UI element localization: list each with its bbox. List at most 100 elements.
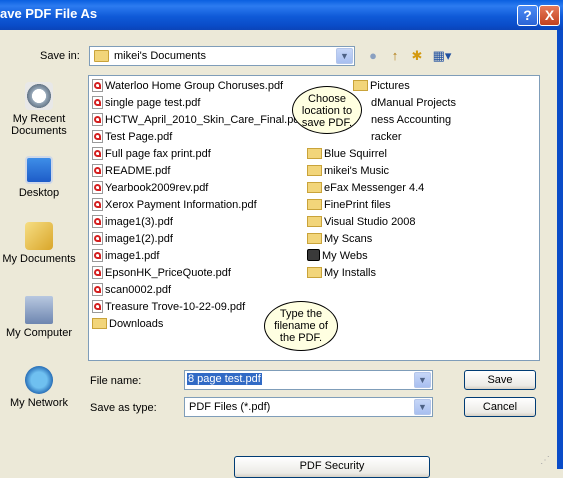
- folder-icon: [307, 182, 322, 193]
- folder-list-item[interactable]: FinePrint files: [307, 198, 391, 213]
- dropdown-arrow-icon[interactable]: ▼: [414, 372, 431, 388]
- place-label: My Network: [9, 397, 69, 409]
- file-name-input[interactable]: 8 page test.pdf ▼: [184, 370, 433, 390]
- folder-list-item[interactable]: racker: [371, 130, 402, 145]
- desktop-icon: [25, 156, 53, 184]
- folder-icon: [307, 216, 322, 227]
- file-name-text: image1(3).pdf: [105, 216, 173, 228]
- folder-name-text: mikei's Music: [324, 165, 390, 177]
- pdf-file-icon: [92, 130, 103, 143]
- file-list-item[interactable]: Test Page.pdf: [92, 130, 172, 145]
- folder-icon: [307, 148, 322, 159]
- file-name-text: Yearbook2009rev.pdf: [105, 182, 209, 194]
- web-folder-icon: [307, 249, 320, 261]
- pdf-file-icon: [92, 283, 103, 296]
- my-computer-icon: [25, 296, 53, 324]
- file-list-item[interactable]: scan0002.pdf: [92, 283, 171, 298]
- up-folder-icon[interactable]: ↑: [386, 48, 404, 64]
- back-icon[interactable]: ●: [364, 48, 382, 64]
- location-hint-text: Choose location to save PDF.: [301, 93, 353, 129]
- resize-grip-icon[interactable]: ⋰: [540, 455, 550, 466]
- folder-list-item[interactable]: Pictures: [353, 79, 410, 94]
- file-name-text: Test Page.pdf: [105, 131, 173, 143]
- folder-name-text: Visual Studio 2008: [324, 216, 416, 228]
- dropdown-arrow-icon[interactable]: ▼: [336, 48, 353, 64]
- file-name-text: README.pdf: [105, 165, 171, 177]
- file-name-value: 8 page test.pdf: [187, 373, 262, 385]
- file-list-item[interactable]: HCTW_April_2010_Skin_Care_Final.pdf: [92, 113, 302, 128]
- file-list-item[interactable]: EpsonHK_PriceQuote.pdf: [92, 266, 231, 281]
- folder-list-item[interactable]: ness Accounting: [371, 113, 451, 128]
- folder-list-item[interactable]: mikei's Music: [307, 164, 389, 179]
- save-button[interactable]: Save: [464, 370, 536, 390]
- place-label: My Recent Documents: [11, 113, 67, 137]
- recent-documents-icon: [25, 82, 53, 110]
- places-bar: My Recent Documents Desktop My Documents…: [0, 74, 78, 420]
- pdf-security-button[interactable]: PDF Security: [234, 456, 430, 478]
- file-name-text: Downloads: [109, 318, 164, 330]
- file-list-item[interactable]: image1.pdf: [92, 249, 159, 264]
- file-list-item[interactable]: Downloads: [92, 317, 163, 332]
- place-my-network[interactable]: My Network: [0, 366, 78, 409]
- filename-hint-text: Type the filename of the PDF.: [274, 308, 328, 344]
- file-list-item[interactable]: Yearbook2009rev.pdf: [92, 181, 208, 196]
- file-name-text: image1.pdf: [105, 250, 160, 262]
- pdf-file-icon: [92, 215, 103, 228]
- file-name-text: HCTW_April_2010_Skin_Care_Final.pdf: [105, 114, 303, 126]
- folder-icon: [307, 199, 322, 210]
- save-in-dropdown[interactable]: mikei's Documents ▼: [89, 46, 355, 66]
- place-my-recent-documents[interactable]: My Recent Documents: [0, 82, 78, 137]
- place-my-documents[interactable]: My Documents: [0, 222, 78, 265]
- file-list-item[interactable]: Xerox Payment Information.pdf: [92, 198, 257, 213]
- file-list-item[interactable]: image1(2).pdf: [92, 232, 173, 247]
- file-list-item[interactable]: Waterloo Home Group Choruses.pdf: [92, 79, 283, 94]
- my-documents-icon: [25, 222, 53, 250]
- place-my-computer[interactable]: My Computer: [0, 296, 78, 339]
- folder-name-text: racker: [371, 131, 402, 143]
- cancel-button[interactable]: Cancel: [464, 397, 536, 417]
- folder-name-text: Blue Squirrel: [324, 148, 387, 160]
- file-list-item[interactable]: Treasure Trove-10-22-09.pdf: [92, 300, 245, 315]
- folder-icon: [353, 80, 368, 91]
- dropdown-arrow-icon[interactable]: ▼: [414, 399, 431, 415]
- filename-hint-balloon: Type the filename of the PDF.: [264, 301, 338, 351]
- folder-icon: [94, 50, 109, 62]
- pdf-file-icon: [92, 96, 103, 109]
- file-name-text: Waterloo Home Group Choruses.pdf: [105, 80, 284, 92]
- folder-list-item[interactable]: dManual Projects: [371, 96, 456, 111]
- folder-name-text: Pictures: [370, 80, 410, 92]
- save-as-type-label: Save as type:: [90, 402, 157, 414]
- folder-list-item[interactable]: My Installs: [307, 266, 376, 281]
- folder-icon: [307, 233, 322, 244]
- folder-name-text: dManual Projects: [371, 97, 456, 109]
- place-label: My Computer: [5, 327, 73, 339]
- location-hint-balloon: Choose location to save PDF.: [292, 86, 362, 134]
- window-title: ave PDF File As: [0, 6, 98, 21]
- my-network-icon: [25, 366, 53, 394]
- help-button[interactable]: ?: [517, 5, 538, 26]
- folder-list-item[interactable]: My Webs: [307, 249, 368, 264]
- pdf-file-icon: [92, 113, 103, 126]
- folder-list-item[interactable]: Blue Squirrel: [307, 147, 387, 162]
- file-name-text: image1(2).pdf: [105, 233, 173, 245]
- folder-list-item[interactable]: My Scans: [307, 232, 372, 247]
- folder-list-item[interactable]: Visual Studio 2008: [307, 215, 416, 230]
- file-name-text: EpsonHK_PriceQuote.pdf: [105, 267, 231, 279]
- place-desktop[interactable]: Desktop: [0, 156, 78, 199]
- file-list-item[interactable]: Full page fax print.pdf: [92, 147, 211, 162]
- close-button[interactable]: X: [539, 5, 560, 26]
- folder-name-text: ness Accounting: [371, 114, 452, 126]
- new-folder-icon[interactable]: ✱: [408, 48, 426, 64]
- file-list-item[interactable]: README.pdf: [92, 164, 170, 179]
- save-as-type-dropdown[interactable]: PDF Files (*.pdf) ▼: [184, 397, 433, 417]
- pdf-file-icon: [92, 300, 103, 313]
- pdf-file-icon: [92, 249, 103, 262]
- file-list-item[interactable]: single page test.pdf: [92, 96, 200, 111]
- file-name-text: single page test.pdf: [105, 97, 201, 109]
- file-list[interactable]: Waterloo Home Group Choruses.pdf single p…: [88, 75, 540, 361]
- place-label: My Documents: [2, 253, 76, 265]
- folder-list-item[interactable]: eFax Messenger 4.4: [307, 181, 424, 196]
- file-name-text: Treasure Trove-10-22-09.pdf: [105, 301, 246, 313]
- file-list-item[interactable]: image1(3).pdf: [92, 215, 173, 230]
- views-menu-icon[interactable]: ▦▾: [430, 48, 454, 64]
